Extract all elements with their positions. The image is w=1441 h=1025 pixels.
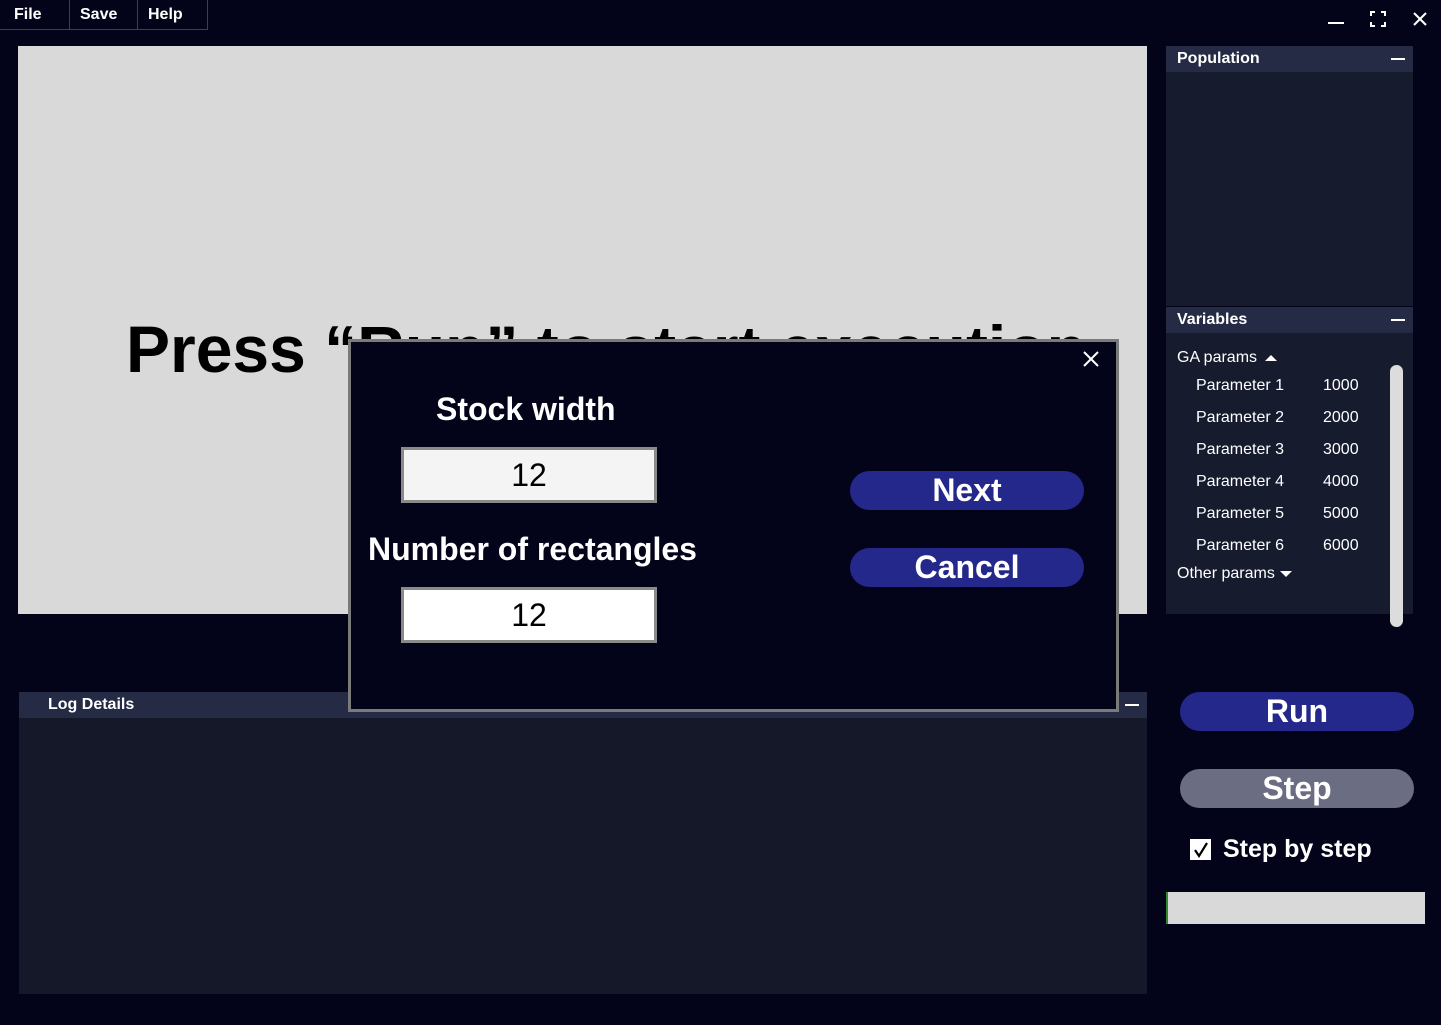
window-controls <box>1323 6 1433 32</box>
menu-bar: File Save Help <box>0 0 208 30</box>
ga-params-label: GA params <box>1177 349 1258 366</box>
variables-scrollbar[interactable] <box>1390 365 1403 627</box>
step-by-step-label: Step by step <box>1223 835 1372 863</box>
other-params-toggle[interactable]: Other params <box>1177 562 1413 586</box>
population-panel: Population <box>1166 46 1413 306</box>
param-row: Parameter 3 3000 <box>1177 434 1413 466</box>
variables-collapse-icon[interactable] <box>1391 319 1405 321</box>
cancel-button[interactable]: Cancel <box>850 548 1084 587</box>
log-panel: Log Details <box>19 692 1147 994</box>
stock-width-label: Stock width <box>436 391 616 427</box>
population-title: Population <box>1177 50 1260 67</box>
close-icon[interactable] <box>1407 6 1433 32</box>
num-rectangles-input[interactable] <box>401 587 657 643</box>
num-rectangles-label: Number of rectangles <box>368 531 697 567</box>
param-name: Parameter 2 <box>1196 409 1285 426</box>
log-collapse-icon[interactable] <box>1125 704 1139 706</box>
population-header: Population <box>1166 46 1413 72</box>
ga-params-toggle[interactable]: GA params <box>1177 346 1413 370</box>
step-by-step-toggle[interactable]: Step by step <box>1190 835 1372 864</box>
variables-panel: Variables GA params Parameter 1 1000 Par… <box>1166 307 1413 627</box>
param-value[interactable]: 2000 <box>1323 409 1359 427</box>
variables-body: GA params Parameter 1 1000 Parameter 2 2… <box>1166 333 1413 627</box>
variables-title: Variables <box>1177 311 1248 328</box>
param-name: Parameter 6 <box>1196 537 1285 554</box>
other-params-label: Other params <box>1177 565 1275 582</box>
parameters-dialog: Stock width Number of rectangles Next Ca… <box>348 339 1119 712</box>
param-row: Parameter 1 1000 <box>1177 370 1413 402</box>
param-value[interactable]: 6000 <box>1323 537 1359 555</box>
param-name: Parameter 1 <box>1196 377 1285 394</box>
param-value[interactable]: 5000 <box>1323 505 1359 523</box>
step-button[interactable]: Step <box>1180 769 1414 808</box>
progress-bar <box>1166 892 1425 924</box>
param-row: Parameter 4 4000 <box>1177 466 1413 498</box>
variables-header: Variables <box>1166 307 1413 333</box>
checkmark-icon <box>1193 841 1208 858</box>
param-name: Parameter 4 <box>1196 473 1285 490</box>
param-name: Parameter 5 <box>1196 505 1285 522</box>
stock-width-input[interactable] <box>401 447 657 503</box>
menu-save[interactable]: Save <box>70 0 138 30</box>
param-row: Parameter 6 6000 <box>1177 530 1413 562</box>
maximize-icon[interactable] <box>1365 6 1391 32</box>
param-name: Parameter 3 <box>1196 441 1285 458</box>
minimize-icon[interactable] <box>1323 6 1349 32</box>
caret-down-icon <box>1279 571 1292 577</box>
param-row: Parameter 5 5000 <box>1177 498 1413 530</box>
menu-help[interactable]: Help <box>138 0 208 30</box>
dialog-close-icon[interactable] <box>1080 348 1102 370</box>
step-by-step-checkbox[interactable] <box>1190 839 1211 860</box>
param-row: Parameter 2 2000 <box>1177 402 1413 434</box>
caret-up-icon <box>1265 355 1278 361</box>
param-value[interactable]: 1000 <box>1323 377 1359 395</box>
menu-file[interactable]: File <box>0 0 70 30</box>
param-value[interactable]: 3000 <box>1323 441 1359 459</box>
param-value[interactable]: 4000 <box>1323 473 1359 491</box>
run-button[interactable]: Run <box>1180 692 1414 731</box>
log-title: Log Details <box>48 696 135 713</box>
population-collapse-icon[interactable] <box>1391 58 1405 60</box>
next-button[interactable]: Next <box>850 471 1084 510</box>
